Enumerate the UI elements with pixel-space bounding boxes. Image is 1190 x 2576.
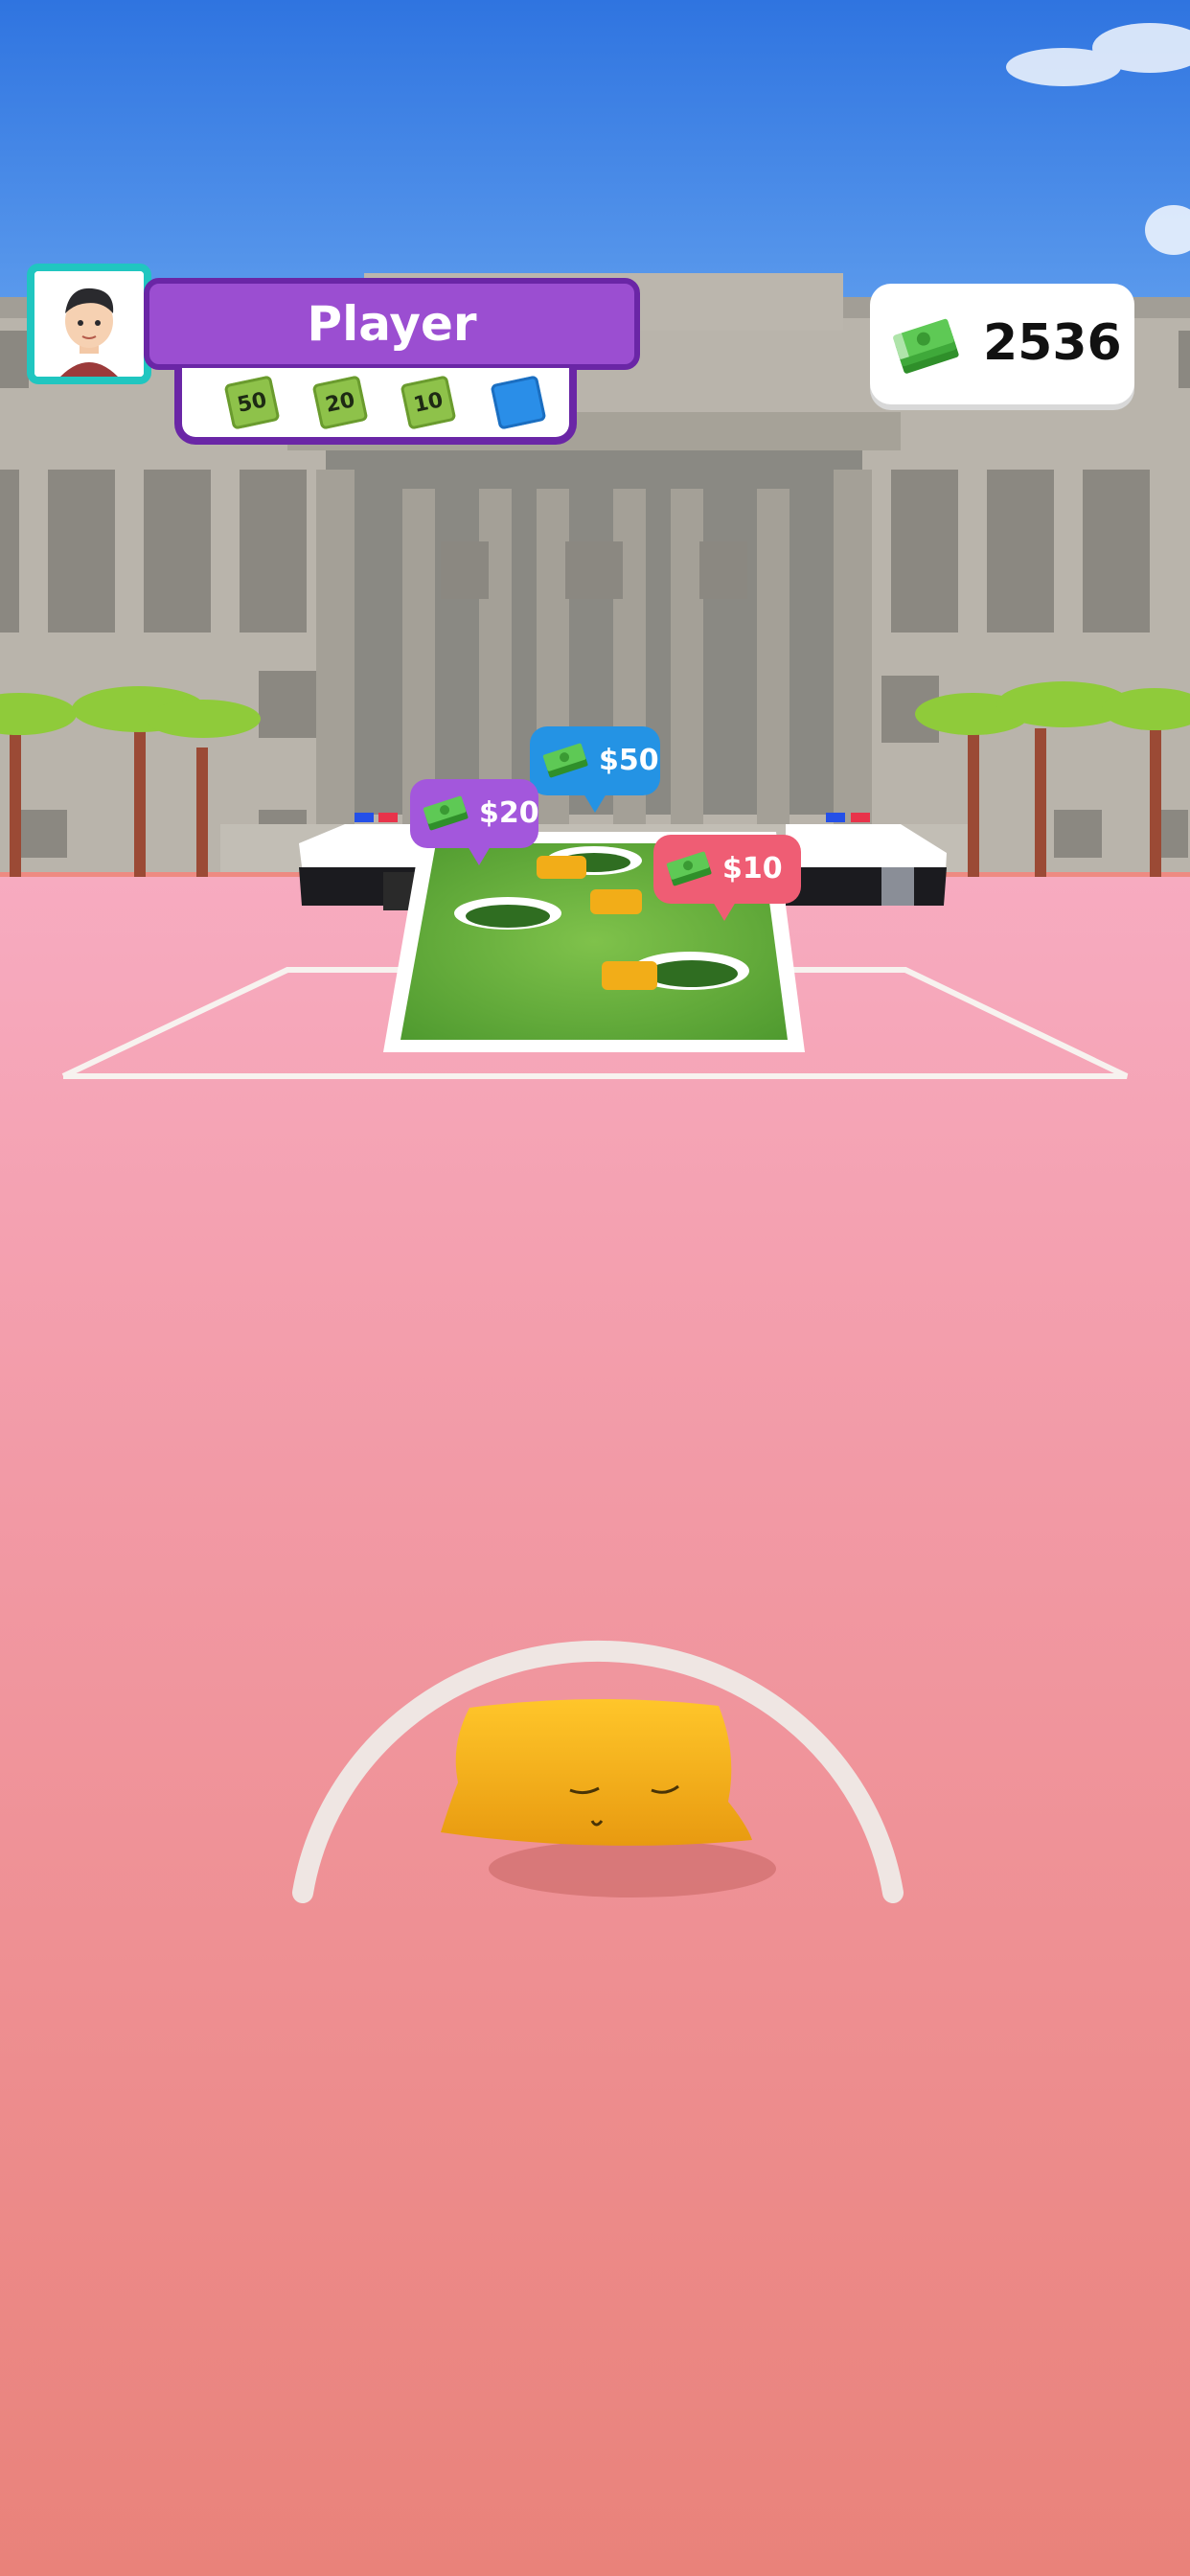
token-10: 10 (400, 375, 457, 430)
cash-icon (423, 795, 469, 831)
money-counter: 2536 (870, 284, 1134, 404)
player-avatar[interactable] (27, 264, 151, 384)
cash-icon (542, 743, 588, 778)
money-amount: 2536 (983, 314, 1122, 372)
target-label: $50 (599, 744, 659, 777)
target-bubble-50: $50 (530, 726, 660, 813)
target-label: $20 (479, 796, 539, 830)
bubble-tail (713, 902, 736, 921)
throw-drag-area[interactable] (422, 1668, 767, 1878)
bubble-tail (584, 794, 606, 813)
token-tray: 50 20 10 (174, 368, 577, 445)
target-bubble-10: $10 (653, 835, 801, 921)
token-50: 50 (223, 375, 281, 430)
player-name-bar: Player (144, 278, 640, 370)
avatar-face-icon (34, 271, 144, 377)
token-blue (490, 375, 547, 430)
token-20: 20 (311, 375, 369, 430)
target-bubble-20: $20 (410, 779, 539, 865)
player-name: Player (307, 296, 477, 352)
target-label: $10 (722, 852, 783, 886)
bubble-tail (468, 846, 491, 865)
cash-icon (666, 851, 712, 886)
board-hole-left (454, 897, 561, 930)
cash-stack-icon (893, 318, 959, 374)
